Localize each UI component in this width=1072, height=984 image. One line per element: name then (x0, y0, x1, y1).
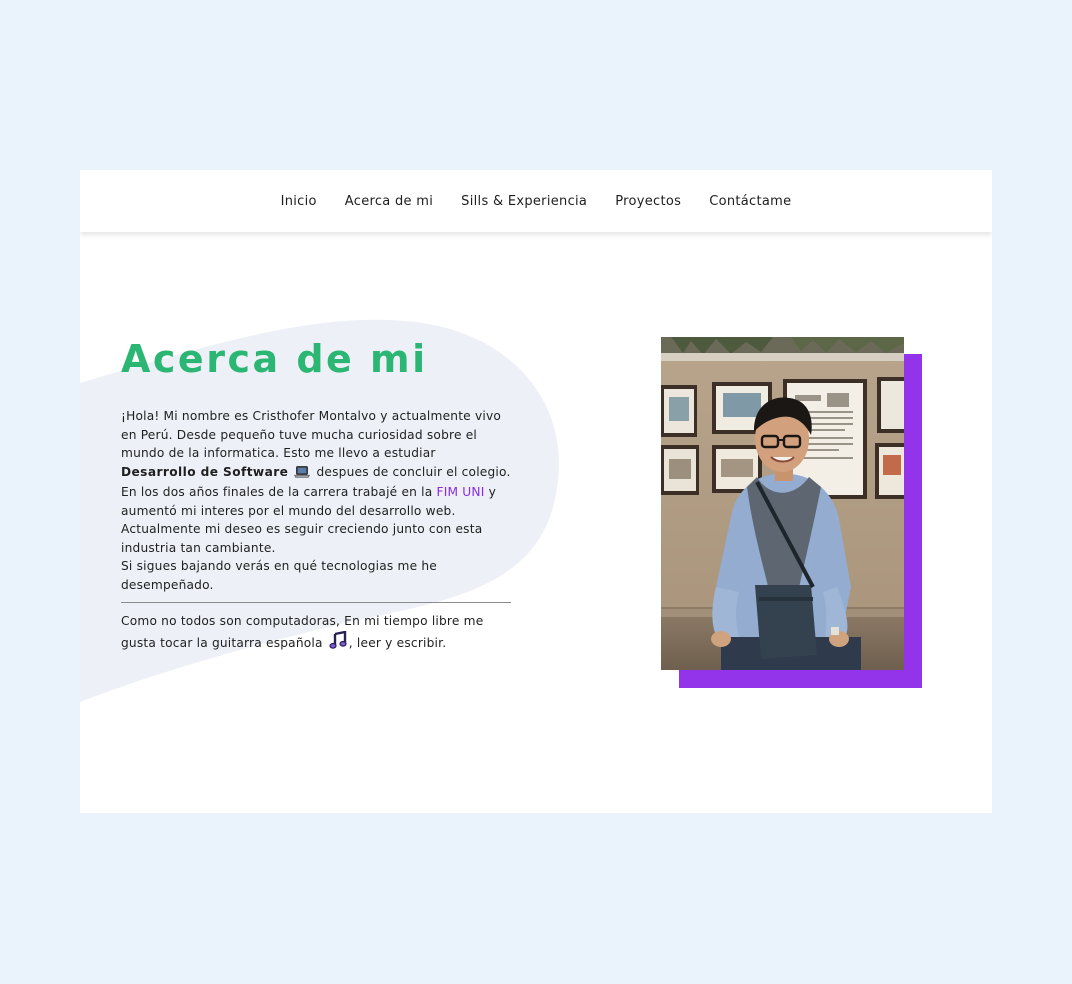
top-navigation: Inicio Acerca de mi Sills & Experiencia … (80, 170, 992, 232)
about-line-2: Actualmente mi deseo es seguir creciendo… (121, 522, 483, 555)
music-notes-icon (329, 630, 347, 655)
nav-link-inicio[interactable]: Inicio (281, 194, 317, 209)
laptop-icon (294, 465, 311, 484)
about-line-3: Si sigues bajando verás en qué tecnologi… (121, 559, 437, 592)
about-highlight-text: Desarrollo de Software (121, 464, 289, 479)
hobby-after-text: , leer y escribir. (348, 635, 447, 650)
about-section: Acerca de mi ¡Hola! Mi nombre es Cristho… (121, 335, 513, 654)
nav-link-proyectos[interactable]: Proyectos (615, 194, 681, 209)
nav-link-acerca-de-mi[interactable]: Acerca de mi (345, 194, 433, 209)
nav-link-contactame[interactable]: Contáctame (709, 194, 791, 209)
fim-uni-link[interactable]: FIM UNI (436, 485, 484, 499)
page-card: Inicio Acerca de mi Sills & Experiencia … (80, 170, 992, 813)
about-paragraph: ¡Hola! Mi nombre es Cristhofer Montalvo … (121, 407, 513, 594)
profile-photo (661, 337, 904, 670)
nav-link-skills[interactable]: Sills & Experiencia (461, 194, 587, 209)
about-title: Acerca de mi (121, 337, 428, 381)
divider (121, 602, 511, 603)
about-intro-text: ¡Hola! Mi nombre es Cristhofer Montalvo … (121, 409, 502, 460)
hobby-paragraph: Como no todos son computadoras, En mi ti… (121, 612, 513, 654)
